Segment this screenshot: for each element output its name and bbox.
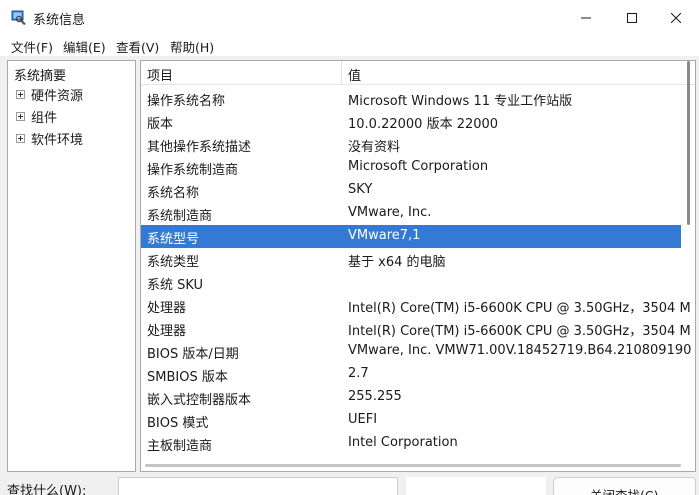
list-row[interactable]: 系统名称 SKY [141,179,681,202]
row-item-cell: 版本 [147,117,174,132]
row-item-cell: 其他操作系统描述 [147,140,252,155]
list-row[interactable]: 系统 SKU [141,271,681,294]
row-value-cell: 基于 x64 的电脑 [348,255,446,270]
find-options-area [406,477,546,495]
list-row[interactable]: 操作系统名称 Microsoft Windows 11 专业工作站版 [141,87,681,110]
title-bar: 系统信息 [0,0,699,36]
tree-item-label: 组件 [31,110,58,126]
tree-item-components[interactable]: 组件 [16,107,58,126]
details-list[interactable]: 项目 值 操作系统名称 Microsoft Windows 11 专业工作站版 版本… [140,60,696,472]
find-input[interactable] [118,477,398,495]
row-value-cell: 10.0.22000 版本 22000 [348,117,499,132]
category-tree[interactable]: 系统摘要 硬件资源 组件 软件环境 [7,60,136,472]
menu-edit[interactable]: 编辑(E) [63,37,106,56]
menu-view[interactable]: 查看(V) [116,37,159,56]
row-item-cell: 操作系统名称 [147,94,226,109]
column-divider[interactable] [341,61,342,85]
tree-item-software-environment[interactable]: 软件环境 [16,129,84,148]
list-row[interactable]: 主板制造商 Intel Corporation [141,432,681,455]
horizontal-scrollbar-thumb[interactable] [145,464,681,467]
list-row[interactable]: 系统类型 基于 x64 的电脑 [141,248,681,271]
list-row[interactable]: 处理器 Intel(R) Core(TM) i5-6600K CPU @ 3.50… [141,317,691,340]
expand-icon[interactable] [16,89,25,99]
row-item-cell: 嵌入式控制器版本 [147,393,252,408]
menu-file[interactable]: 文件(F) [11,37,53,56]
column-header-value[interactable]: 值 [348,65,361,84]
row-value-cell: VMware, Inc. [348,205,432,220]
row-item-cell: BIOS 版本/日期 [147,347,239,362]
menu-bar: 文件(F) 编辑(E) 查看(V) 帮助(H) [0,36,699,56]
row-item-cell: 系统 SKU [147,278,204,293]
row-value-cell: Microsoft Windows 11 专业工作站版 [348,94,573,109]
row-value-cell: SKY [348,182,373,197]
close-find-label: 关闭查找(C) [590,485,658,495]
row-value-cell: 2.7 [348,366,369,381]
row-item-cell: 系统名称 [147,186,200,201]
row-item-cell: 系统型号 [147,232,200,247]
close-button[interactable] [653,0,699,36]
row-value-cell: Intel Corporation [348,435,458,450]
minimize-icon [581,13,591,23]
vertical-scrollbar-thumb[interactable] [687,61,690,225]
row-value-cell: 255.255 [348,389,402,404]
row-item-cell: 处理器 [147,324,187,339]
row-value-cell: Intel(R) Core(TM) i5-6600K CPU @ 3.50GHz… [348,301,691,316]
list-row[interactable]: 处理器 Intel(R) Core(TM) i5-6600K CPU @ 3.50… [141,294,691,317]
tree-item-label: 硬件资源 [31,88,84,104]
maximize-button[interactable] [609,0,655,36]
row-item-cell: BIOS 模式 [147,416,209,431]
system-info-icon [11,10,27,26]
list-rows: 操作系统名称 Microsoft Windows 11 专业工作站版版本 10.0.… [141,87,691,455]
row-item-cell: 处理器 [147,301,187,316]
vertical-scrollbar[interactable] [683,61,695,471]
list-row[interactable]: SMBIOS 版本 2.7 [141,363,681,386]
list-row[interactable]: 嵌入式控制器版本 255.255 [141,386,681,409]
column-header-item[interactable]: 项目 [147,65,173,84]
minimize-button[interactable] [563,0,609,36]
expand-icon[interactable] [16,133,25,143]
maximize-icon [627,13,637,23]
menu-help[interactable]: 帮助(H) [170,37,214,56]
window-title: 系统信息 [33,13,86,28]
close-icon [671,13,681,23]
close-find-button[interactable]: 关闭查找(C) [553,477,696,495]
list-header: 项目 值 [141,61,695,85]
horizontal-scrollbar[interactable] [141,461,681,471]
row-item-cell: 主板制造商 [147,439,213,454]
tree-item-label: 软件环境 [31,132,84,148]
list-row[interactable]: 系统型号 VMware7,1 [141,225,681,248]
row-value-cell: UEFI [348,412,378,427]
row-value-cell: Microsoft Corporation [348,159,489,174]
row-value-cell: VMware, Inc. VMW71.00V.18452719.B64.2108… [348,343,692,358]
list-row[interactable]: 其他操作系统描述 没有资料 [141,133,681,156]
tree-item-system-summary[interactable]: 系统摘要 [14,65,66,84]
row-item-cell: 系统类型 [147,255,200,270]
list-row[interactable]: 版本 10.0.22000 版本 22000 [141,110,681,133]
row-value-cell: VMware7,1 [348,228,421,243]
list-row[interactable]: BIOS 模式 UEFI [141,409,681,432]
expand-icon[interactable] [16,111,25,121]
find-label: 查找什么(W): [7,484,87,495]
list-row[interactable]: 系统制造商 VMware, Inc. [141,202,681,225]
row-item-cell: 系统制造商 [147,209,213,224]
tree-item-hardware-resources[interactable]: 硬件资源 [16,85,84,104]
row-item-cell: SMBIOS 版本 [147,370,228,385]
row-item-cell: 操作系统制造商 [147,163,239,178]
row-value-cell: Intel(R) Core(TM) i5-6600K CPU @ 3.50GHz… [348,324,691,339]
list-row[interactable]: BIOS 版本/日期 VMware, Inc. VMW71.00V.1845271… [141,340,691,363]
list-row[interactable]: 操作系统制造商 Microsoft Corporation [141,156,681,179]
row-value-cell: 没有资料 [348,140,401,155]
